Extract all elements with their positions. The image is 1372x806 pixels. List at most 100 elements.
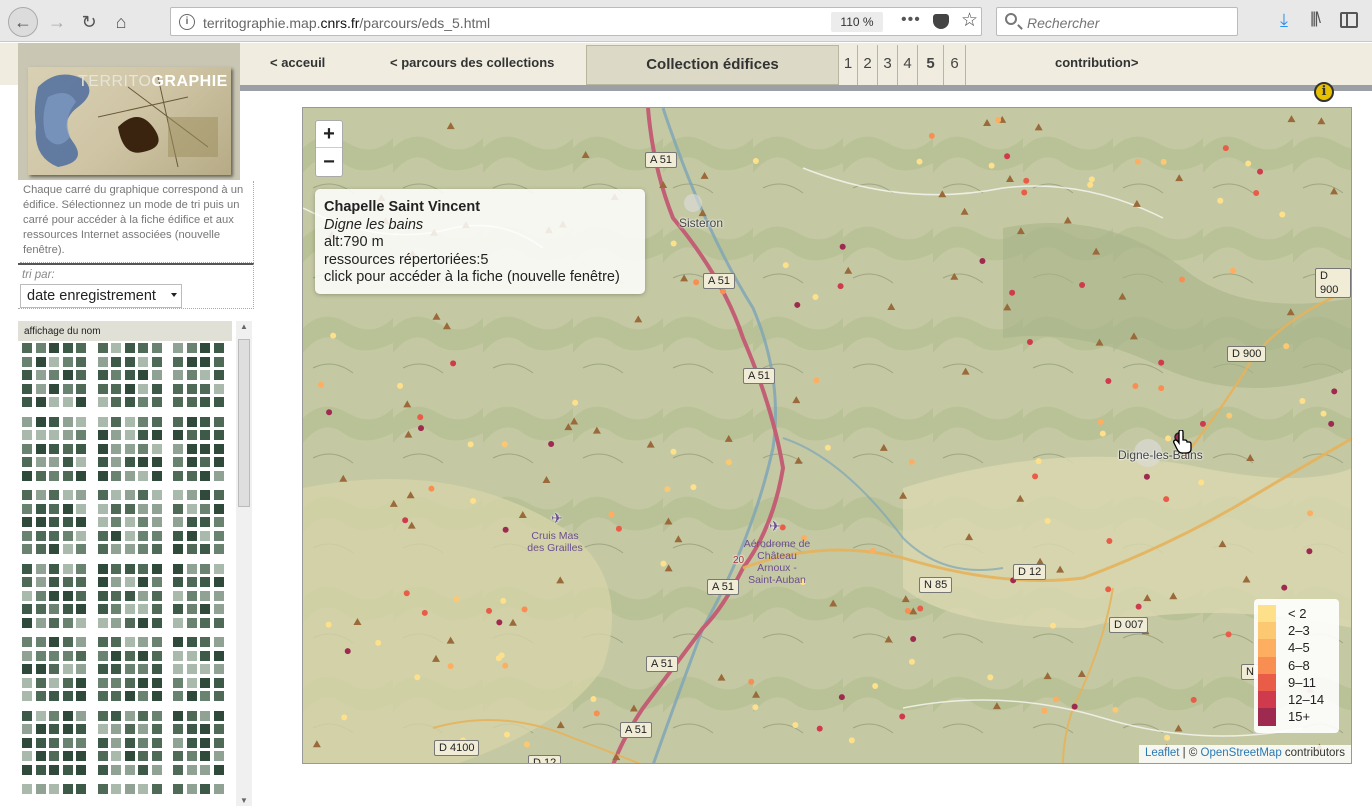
building-marker[interactable] xyxy=(1257,168,1264,175)
building-marker[interactable] xyxy=(1105,586,1112,593)
building-square[interactable] xyxy=(97,637,108,647)
building-square[interactable] xyxy=(62,416,73,427)
building-marker[interactable] xyxy=(1088,176,1095,183)
address-bar[interactable]: i territographie.map.cnrs.fr/parcours/ed… xyxy=(170,7,982,36)
building-square[interactable] xyxy=(62,637,73,647)
building-square[interactable] xyxy=(173,356,183,367)
building-square[interactable] xyxy=(35,691,46,701)
building-square[interactable] xyxy=(151,343,162,353)
building-square[interactable] xyxy=(200,490,210,500)
building-square[interactable] xyxy=(138,691,148,701)
building-square[interactable] xyxy=(213,490,224,500)
building-marker[interactable] xyxy=(908,458,915,465)
building-square[interactable] xyxy=(49,530,59,541)
building-square[interactable] xyxy=(138,577,148,587)
building-square[interactable] xyxy=(151,691,162,701)
building-square[interactable] xyxy=(76,604,86,614)
building-square[interactable] xyxy=(213,710,224,721)
building-square[interactable] xyxy=(49,604,59,614)
building-square[interactable] xyxy=(111,664,121,674)
building-square[interactable] xyxy=(213,397,224,407)
building-square[interactable] xyxy=(111,530,121,541)
building-marker[interactable] xyxy=(615,525,622,532)
building-square[interactable] xyxy=(213,737,224,748)
building-square[interactable] xyxy=(22,784,32,794)
building-marker[interactable] xyxy=(1160,158,1167,165)
building-square[interactable] xyxy=(200,544,210,554)
building-square[interactable] xyxy=(76,416,86,427)
building-square[interactable] xyxy=(173,490,183,500)
building-square[interactable] xyxy=(138,397,148,407)
building-square[interactable] xyxy=(124,617,135,628)
building-marker[interactable] xyxy=(325,621,332,628)
building-square[interactable] xyxy=(151,604,162,614)
building-square[interactable] xyxy=(35,764,46,775)
building-square[interactable] xyxy=(111,577,121,587)
building-square[interactable] xyxy=(97,490,108,500)
building-marker[interactable] xyxy=(1071,703,1078,710)
building-square[interactable] xyxy=(186,677,197,688)
building-square[interactable] xyxy=(124,343,135,353)
building-marker[interactable] xyxy=(987,674,994,681)
building-square[interactable] xyxy=(124,430,135,440)
building-square[interactable] xyxy=(111,416,121,427)
building-square[interactable] xyxy=(111,470,121,481)
building-square[interactable] xyxy=(186,784,197,794)
building-square[interactable] xyxy=(200,664,210,674)
building-square[interactable] xyxy=(111,383,121,394)
building-square[interactable] xyxy=(111,503,121,514)
building-square[interactable] xyxy=(213,343,224,353)
building-square[interactable] xyxy=(49,664,59,674)
building-square[interactable] xyxy=(22,764,32,775)
building-square[interactable] xyxy=(111,544,121,554)
building-square[interactable] xyxy=(35,737,46,748)
reload-icon[interactable]: ↻ xyxy=(74,7,104,37)
building-marker[interactable] xyxy=(326,409,333,416)
building-square[interactable] xyxy=(173,517,183,527)
building-square[interactable] xyxy=(173,751,183,761)
building-marker[interactable] xyxy=(418,425,425,432)
building-square[interactable] xyxy=(111,457,121,467)
page-link-5[interactable]: 5 xyxy=(918,45,944,85)
building-square[interactable] xyxy=(151,383,162,394)
building-square[interactable] xyxy=(97,617,108,628)
building-square[interactable] xyxy=(151,710,162,721)
building-square[interactable] xyxy=(49,737,59,748)
building-square[interactable] xyxy=(76,764,86,775)
building-square[interactable] xyxy=(151,737,162,748)
building-square[interactable] xyxy=(62,577,73,587)
building-square[interactable] xyxy=(186,650,197,661)
building-square[interactable] xyxy=(49,544,59,554)
building-marker[interactable] xyxy=(1190,696,1197,703)
building-square[interactable] xyxy=(213,457,224,467)
building-square[interactable] xyxy=(200,383,210,394)
building-square[interactable] xyxy=(186,503,197,514)
building-square[interactable] xyxy=(22,443,32,454)
building-marker[interactable] xyxy=(1165,435,1172,442)
building-square[interactable] xyxy=(97,370,108,380)
building-marker[interactable] xyxy=(1143,473,1150,480)
building-marker[interactable] xyxy=(904,607,911,614)
scroll-thumb[interactable] xyxy=(238,339,250,507)
building-marker[interactable] xyxy=(1097,418,1104,425)
building-square[interactable] xyxy=(213,443,224,454)
building-marker[interactable] xyxy=(414,674,421,681)
building-square[interactable] xyxy=(76,784,86,794)
building-square[interactable] xyxy=(49,457,59,467)
building-square[interactable] xyxy=(186,430,197,440)
forward-icon[interactable]: → xyxy=(42,7,72,37)
building-square[interactable] xyxy=(200,530,210,541)
building-square[interactable] xyxy=(186,457,197,467)
building-square[interactable] xyxy=(173,430,183,440)
building-square[interactable] xyxy=(200,691,210,701)
building-square[interactable] xyxy=(62,677,73,688)
building-square[interactable] xyxy=(173,577,183,587)
building-marker[interactable] xyxy=(344,648,351,655)
building-marker[interactable] xyxy=(824,444,831,451)
scroll-down-icon[interactable]: ▼ xyxy=(240,796,248,805)
building-square[interactable] xyxy=(35,397,46,407)
building-square[interactable] xyxy=(111,397,121,407)
building-square[interactable] xyxy=(151,637,162,647)
building-square[interactable] xyxy=(186,443,197,454)
building-square[interactable] xyxy=(111,563,121,574)
